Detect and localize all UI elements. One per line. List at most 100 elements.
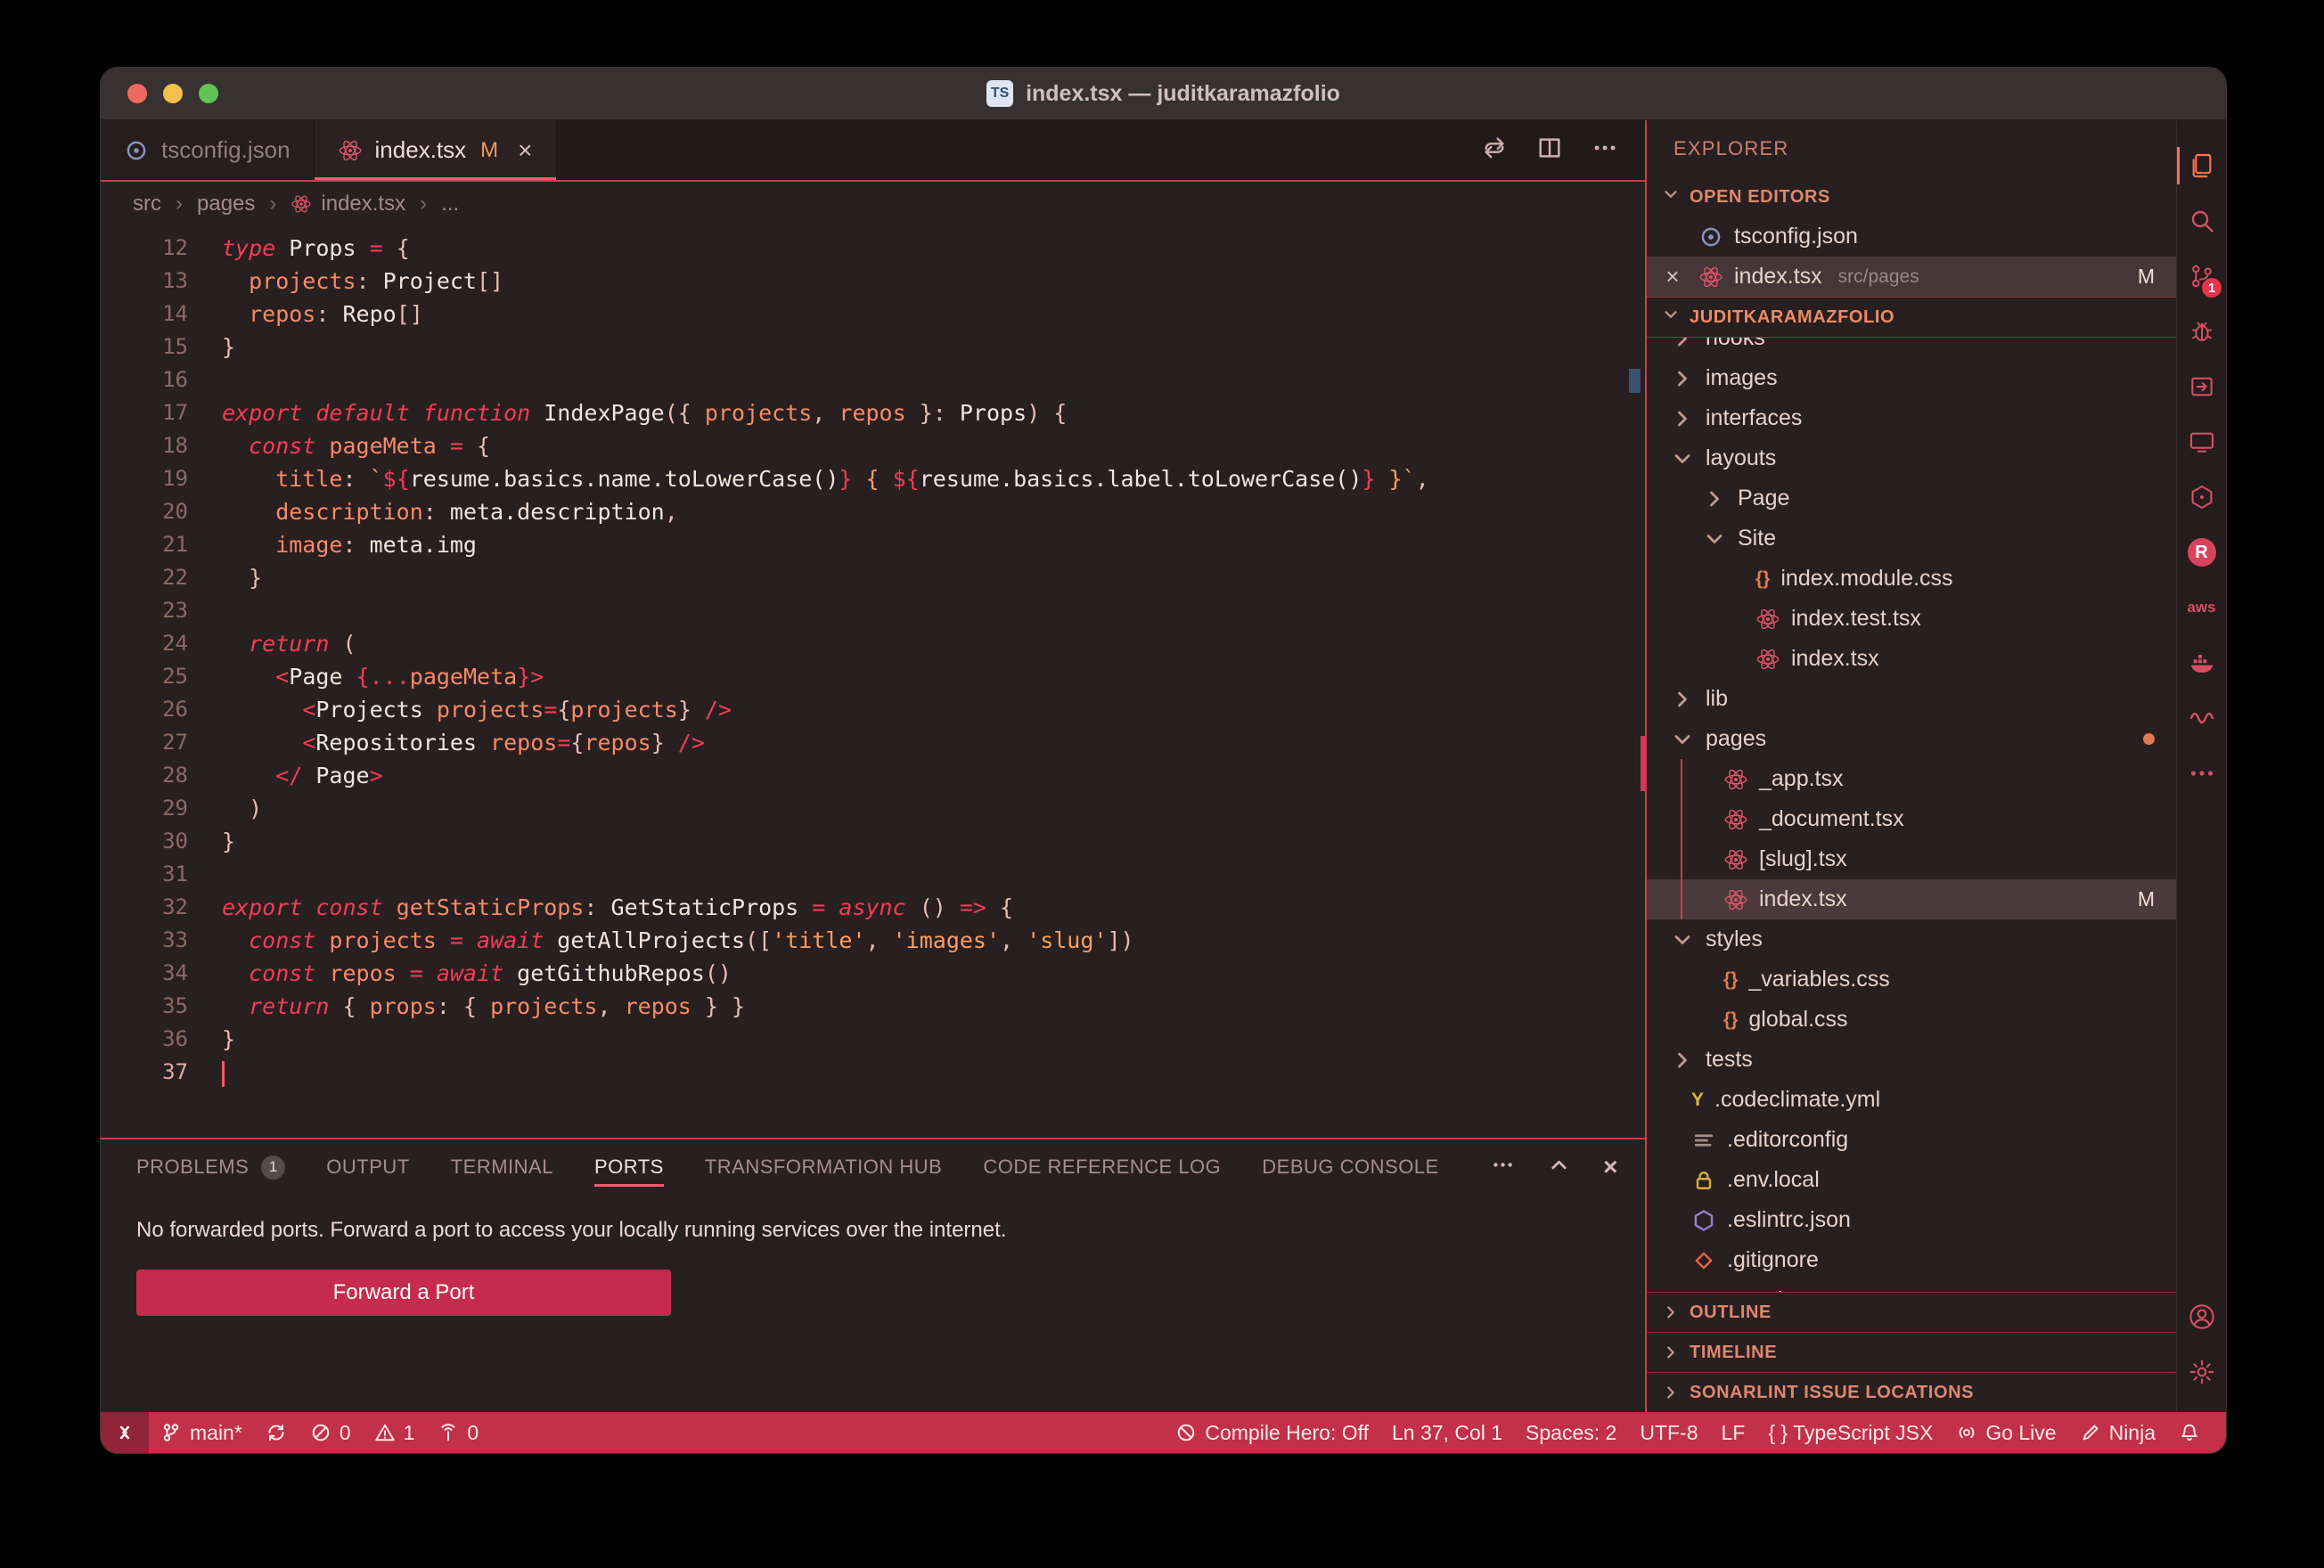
code-line-31[interactable]: 31	[101, 858, 1645, 891]
panel-tab-terminal[interactable]: TERMINAL	[451, 1139, 553, 1195]
tree-folder-styles[interactable]: styles	[1647, 919, 2176, 960]
activity-more-icon[interactable]	[2177, 746, 2226, 801]
tree-file-index.test.tsx[interactable]: index.test.tsx	[1647, 599, 2176, 639]
open-editors-header[interactable]: OPEN EDITORS	[1647, 177, 2176, 216]
tree-folder-lib[interactable]: lib	[1647, 679, 2176, 719]
activity-window-arrow-icon[interactable]	[2177, 359, 2226, 414]
code-line-29[interactable]: 29 )	[101, 792, 1645, 825]
tree-file-index.module.css[interactable]: {}index.module.css	[1647, 559, 2176, 599]
tree-file-[slug].tsx[interactable]: [slug].tsx	[1647, 839, 2176, 879]
status-0[interactable]: 0	[299, 1412, 363, 1453]
code-line-35[interactable]: 35 return { props: { projects, repos } }	[101, 990, 1645, 1023]
activity-hexagon-icon[interactable]	[2177, 470, 2226, 525]
status-spaces-2[interactable]: Spaces: 2	[1514, 1412, 1628, 1453]
activity-aws-icon[interactable]: aws	[2177, 580, 2226, 635]
activity-wave-icon[interactable]	[2177, 690, 2226, 746]
tree-file-.env.local[interactable]: .env.local	[1647, 1160, 2176, 1200]
code-line-27[interactable]: 27 <Repositories repos={repos} />	[101, 726, 1645, 759]
status-ninja[interactable]: Ninja	[2068, 1412, 2167, 1453]
activity-settings-gear-icon[interactable]	[2177, 1344, 2226, 1400]
code-line-25[interactable]: 25 <Page {...pageMeta}>	[101, 660, 1645, 693]
activity-files-icon[interactable]	[2177, 138, 2226, 193]
more-icon[interactable]	[1491, 1153, 1515, 1182]
code-line-16[interactable]: 16	[101, 363, 1645, 396]
status-ln-37-col-1[interactable]: Ln 37, Col 1	[1380, 1412, 1514, 1453]
tree-folder-interfaces[interactable]: interfaces	[1647, 398, 2176, 438]
tree-file-.codeclimate.yml[interactable]: Y.codeclimate.yml	[1647, 1080, 2176, 1120]
zoom-window-button[interactable]	[199, 84, 218, 103]
activity-source-control-icon[interactable]: 1	[2177, 249, 2226, 304]
activity-monitor-icon[interactable]	[2177, 414, 2226, 470]
section-timeline[interactable]: TIMELINE	[1647, 1332, 2176, 1372]
section-outline[interactable]: OUTLINE	[1647, 1292, 2176, 1332]
status-compile-hero-off[interactable]: Compile Hero: Off	[1164, 1412, 1380, 1453]
code-line-14[interactable]: 14 repos: Repo[]	[101, 298, 1645, 331]
code-line-37[interactable]: 37	[101, 1056, 1645, 1089]
code-editor[interactable]: 12type Props = {13 projects: Project[]14…	[101, 226, 1645, 1138]
code-line-33[interactable]: 33 const projects = await getAllProjects…	[101, 924, 1645, 957]
open-editor-tsconfig.json[interactable]: tsconfig.json	[1647, 216, 2176, 257]
chevron-up-icon[interactable]	[1547, 1153, 1571, 1182]
code-line-12[interactable]: 12type Props = {	[101, 232, 1645, 265]
tree-file-global.css[interactable]: {}global.css	[1647, 1000, 2176, 1040]
tree-folder-layouts[interactable]: layouts	[1647, 438, 2176, 478]
panel-tab-problems[interactable]: PROBLEMS1	[136, 1139, 285, 1195]
breadcrumb-item-pages[interactable]: pages	[197, 192, 255, 216]
status-lf[interactable]: LF	[1710, 1412, 1757, 1453]
code-line-20[interactable]: 20 description: meta.description,	[101, 495, 1645, 528]
split-editor-icon[interactable]	[1536, 135, 1563, 166]
section-sonarlint-issue-locations[interactable]: SONARLINT ISSUE LOCATIONS	[1647, 1372, 2176, 1412]
status-remote-icon[interactable]	[101, 1412, 149, 1453]
breadcrumb-item-src[interactable]: src	[133, 192, 161, 216]
workspace-header[interactable]: JUDITKARAMAZFOLIO	[1647, 297, 2176, 338]
code-line-18[interactable]: 18 const pageMeta = {	[101, 429, 1645, 462]
forward-port-button[interactable]: Forward a Port	[136, 1270, 671, 1316]
tree-file-.gitignore[interactable]: .gitignore	[1647, 1240, 2176, 1280]
tree-file-.editorconfig[interactable]: .editorconfig	[1647, 1120, 2176, 1160]
status-sync-icon[interactable]	[254, 1412, 299, 1453]
tree-file-index.tsx[interactable]: index.tsx	[1647, 639, 2176, 679]
tree-file-.eslintrc.json[interactable]: .eslintrc.json	[1647, 1200, 2176, 1240]
status-1[interactable]: 1	[363, 1412, 427, 1453]
close-editor-icon[interactable]: ×	[1657, 263, 1688, 290]
code-line-22[interactable]: 22 }	[101, 561, 1645, 594]
code-line-30[interactable]: 30}	[101, 825, 1645, 858]
tab-close-icon[interactable]: ×	[518, 136, 532, 165]
panel-tab-code-reference-log[interactable]: CODE REFERENCE LOG	[983, 1139, 1221, 1195]
tree-folder-pages[interactable]: pages	[1647, 719, 2176, 759]
open-editor-index.tsx[interactable]: ×index.tsxsrc/pagesM	[1647, 257, 2176, 297]
activity-debug-icon[interactable]	[2177, 304, 2226, 359]
open-changes-icon[interactable]	[1481, 135, 1508, 166]
panel-tab-output[interactable]: OUTPUT	[326, 1139, 409, 1195]
tab-tsconfig.json[interactable]: tsconfig.json	[101, 120, 315, 180]
minimize-window-button[interactable]	[163, 84, 183, 103]
tree-folder-Page[interactable]: Page	[1647, 478, 2176, 519]
status--typescript-jsx[interactable]: { } TypeScript JSX	[1756, 1412, 1944, 1453]
tree-file-.prettierrc[interactable]: .prettierrc	[1647, 1280, 2176, 1292]
activity-account-icon[interactable]	[2177, 1289, 2226, 1344]
panel-tab-ports[interactable]: PORTS	[594, 1139, 664, 1195]
tree-folder-Site[interactable]: Site	[1647, 519, 2176, 559]
activity-search-icon[interactable]	[2177, 193, 2226, 249]
status-main-[interactable]: main*	[149, 1412, 254, 1453]
code-line-28[interactable]: 28 </ Page>	[101, 759, 1645, 792]
activity-r-logo-icon[interactable]: R	[2177, 525, 2226, 580]
tree-file-_app.tsx[interactable]: _app.tsx	[1647, 759, 2176, 799]
code-line-26[interactable]: 26 <Projects projects={projects} />	[101, 693, 1645, 726]
close-icon[interactable]: ×	[1603, 1153, 1618, 1182]
tree-folder-tests[interactable]: tests	[1647, 1040, 2176, 1080]
code-line-24[interactable]: 24 return (	[101, 627, 1645, 660]
code-line-19[interactable]: 19 title: `${resume.basics.name.toLowerC…	[101, 462, 1645, 495]
tab-index.tsx[interactable]: index.tsxM×	[315, 120, 557, 180]
tree-file-index.tsx[interactable]: index.tsxM	[1647, 879, 2176, 919]
close-window-button[interactable]	[127, 84, 147, 103]
code-line-13[interactable]: 13 projects: Project[]	[101, 265, 1645, 298]
status-utf-8[interactable]: UTF-8	[1628, 1412, 1709, 1453]
panel-tab-transformation-hub[interactable]: TRANSFORMATION HUB	[705, 1139, 942, 1195]
tree-file-_document.tsx[interactable]: _document.tsx	[1647, 799, 2176, 839]
code-line-32[interactable]: 32export const getStaticProps: GetStatic…	[101, 891, 1645, 924]
code-line-36[interactable]: 36}	[101, 1023, 1645, 1056]
status-go-live[interactable]: Go Live	[1944, 1412, 2067, 1453]
status-0[interactable]: 0	[426, 1412, 490, 1453]
breadcrumb-item-...[interactable]: ...	[441, 192, 459, 216]
